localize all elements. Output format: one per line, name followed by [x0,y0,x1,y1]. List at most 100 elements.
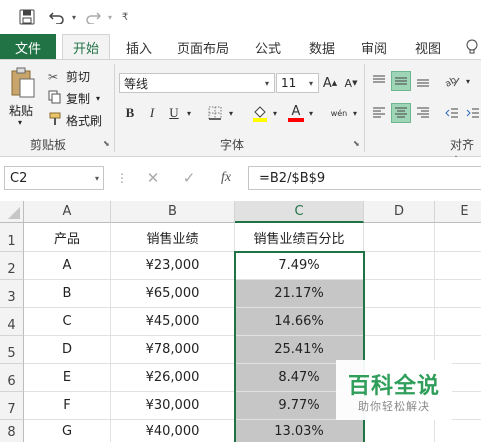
enter-icon[interactable]: ✓ [176,167,202,189]
font-name-dropdown-icon[interactable]: ▾ [260,74,274,92]
table-cell[interactable]: A [24,252,111,280]
copy-dropdown-icon[interactable]: ▾ [96,94,100,103]
align-left-icon[interactable] [369,103,389,123]
tab-view[interactable]: 视图 [406,34,450,60]
phonetic-dropdown-icon[interactable]: ▾ [350,103,360,123]
table-cell[interactable]: ¥30,000 [111,392,235,420]
table-cell[interactable]: ¥45,000 [111,308,235,336]
font-color-dropdown-icon[interactable]: ▾ [306,103,316,123]
font-size-dropdown-icon[interactable]: ▾ [304,74,318,92]
row-header[interactable]: 7 [0,392,24,420]
table-cell[interactable] [435,308,481,336]
column-header-e[interactable]: E [435,201,481,223]
table-cell[interactable] [364,308,435,336]
redo-dropdown-icon[interactable]: ▾ [104,7,116,27]
table-cell[interactable] [364,420,435,442]
tab-formulas[interactable]: 公式 [246,34,290,60]
tab-file[interactable]: 文件 [0,34,56,60]
tab-insert[interactable]: 插入 [116,34,162,60]
column-header-d[interactable]: D [364,201,435,223]
table-cell[interactable]: ¥26,000 [111,364,235,392]
fill-color-icon[interactable] [250,103,270,123]
orientation-icon[interactable]: ab [442,71,462,91]
font-launcher-icon[interactable]: ⬊ [353,139,360,148]
table-cell[interactable]: G [24,420,111,442]
insert-function-button[interactable]: fx [212,167,240,189]
table-cell[interactable]: B [24,280,111,308]
table-cell[interactable]: E [24,364,111,392]
paste-button[interactable]: 粘贴 [9,102,33,119]
fill-color-dropdown-icon[interactable]: ▾ [270,103,280,123]
tab-data[interactable]: 数据 [300,34,344,60]
align-center-icon[interactable] [391,103,411,123]
table-cell[interactable]: C [24,308,111,336]
tab-review[interactable]: 审阅 [352,34,396,60]
clipboard-launcher-icon[interactable]: ⬊ [103,139,110,148]
table-cell[interactable] [364,252,435,280]
table-cell[interactable]: 13.03% [235,420,364,442]
undo-dropdown-icon[interactable]: ▾ [68,7,80,27]
customize-icon[interactable]: ₹ [118,7,132,27]
table-cell[interactable]: 产品 [24,223,111,252]
redo-icon[interactable] [82,7,104,27]
table-cell[interactable] [435,280,481,308]
table-cell[interactable]: ¥40,000 [111,420,235,442]
table-cell[interactable]: 14.66% [235,308,364,336]
grow-font-button[interactable]: A ▲ [320,73,340,93]
shrink-font-button[interactable]: A ▼ [341,73,361,93]
underline-button[interactable]: U [164,103,184,123]
paste-icon[interactable] [8,66,38,100]
column-header-a[interactable]: A [24,201,111,223]
bold-button[interactable]: B [120,103,140,123]
select-all-button[interactable] [0,201,24,223]
align-bottom-icon[interactable] [413,71,433,91]
copy-button[interactable]: 复制 ▾ [48,90,100,107]
row-header[interactable]: 2 [0,252,24,280]
table-cell[interactable]: D [24,336,111,364]
table-cell[interactable] [435,223,481,252]
table-cell[interactable] [435,420,481,442]
paste-dropdown-icon[interactable]: ▾ [18,118,22,127]
borders-dropdown-icon[interactable]: ▾ [226,103,236,123]
active-cell[interactable]: 7.49% [235,252,364,280]
tab-home[interactable]: 开始 [62,34,110,60]
lightbulb-icon[interactable] [462,34,481,60]
table-cell[interactable]: ¥23,000 [111,252,235,280]
table-cell[interactable]: ¥78,000 [111,336,235,364]
table-cell[interactable]: 21.17% [235,280,364,308]
underline-dropdown-icon[interactable]: ▾ [184,103,194,123]
table-cell[interactable]: F [24,392,111,420]
undo-icon[interactable] [46,7,68,27]
formula-input[interactable]: =B2/$B$9 [248,166,481,190]
row-header[interactable]: 6 [0,364,24,392]
format-painter-button[interactable]: 格式刷 [48,112,102,129]
row-header[interactable]: 3 [0,280,24,308]
name-box-dropdown-icon[interactable]: ▾ [95,174,99,183]
align-top-icon[interactable] [369,71,389,91]
cut-button[interactable]: ✂ 剪切 [48,68,90,85]
table-cell[interactable] [435,252,481,280]
increase-indent-icon[interactable] [463,103,481,123]
font-color-button[interactable]: A [286,103,306,123]
row-header[interactable]: 8 [0,420,24,442]
table-cell[interactable]: ¥65,000 [111,280,235,308]
column-header-b[interactable]: B [111,201,235,223]
save-icon[interactable] [16,7,38,27]
table-cell[interactable] [364,280,435,308]
name-box[interactable]: C2 ▾ [4,166,104,190]
decrease-indent-icon[interactable] [442,103,462,123]
cancel-icon[interactable]: ✕ [140,167,166,189]
italic-button[interactable]: I [142,103,162,123]
font-size-select[interactable]: 11 ▾ [276,73,319,93]
row-header[interactable]: 4 [0,308,24,336]
row-header[interactable]: 1 [0,223,24,252]
borders-icon[interactable] [205,103,225,123]
table-cell[interactable]: 销售业绩 [111,223,235,252]
tab-page-layout[interactable]: 页面布局 [170,34,236,60]
phonetic-button[interactable]: wén [326,103,352,123]
row-header[interactable]: 5 [0,336,24,364]
align-right-icon[interactable] [413,103,433,123]
table-cell[interactable] [364,223,435,252]
font-name-select[interactable]: 等线 ▾ [119,73,275,93]
orientation-dropdown-icon[interactable]: ▾ [463,71,473,91]
